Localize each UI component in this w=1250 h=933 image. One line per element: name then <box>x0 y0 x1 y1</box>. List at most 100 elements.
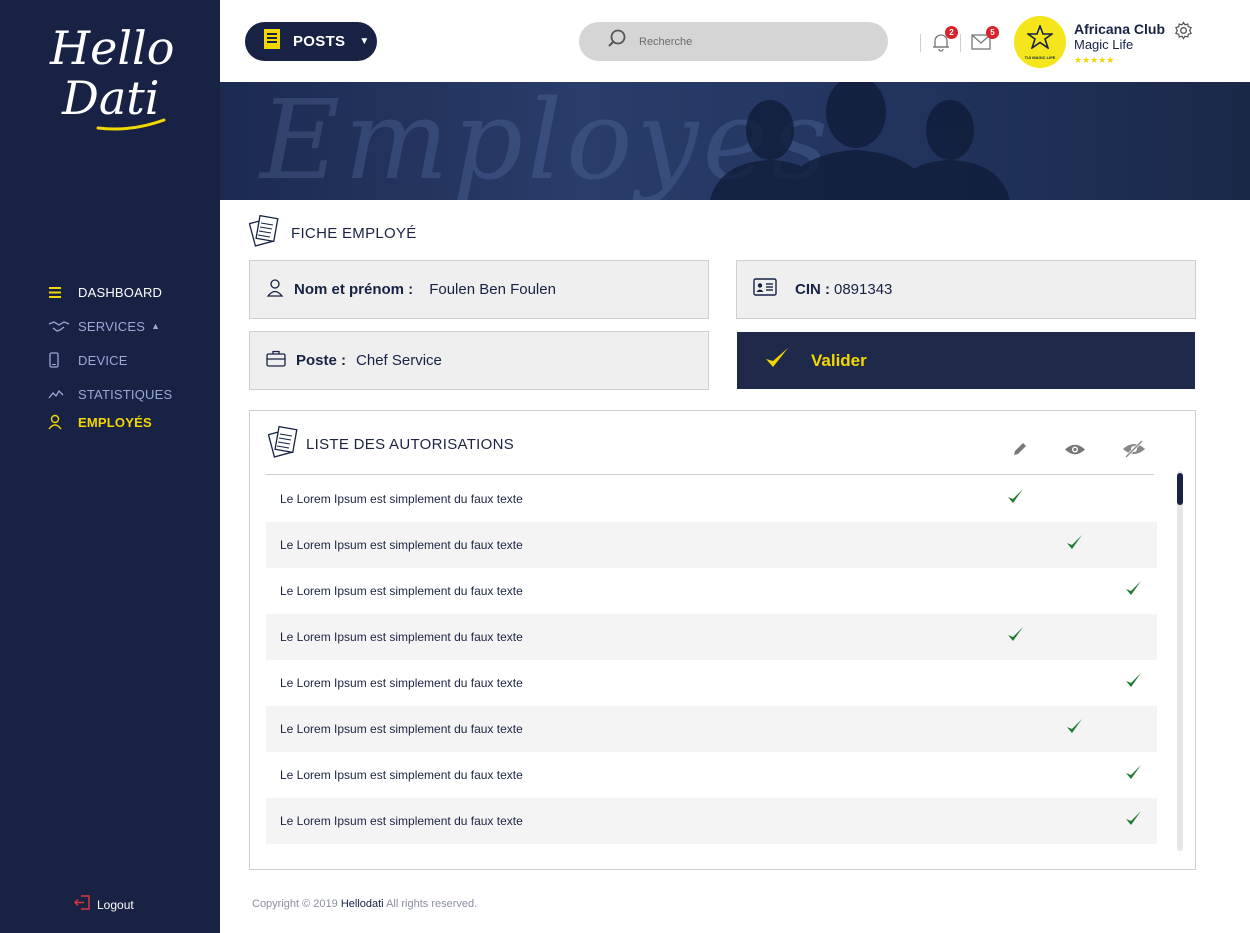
fiche-employe-title: FICHE EMPLOYÉ <box>248 214 417 253</box>
table-row: Le Lorem Ipsum est simplement du faux te… <box>266 798 1157 844</box>
id-card-icon <box>753 278 777 301</box>
fiche-title-label: FICHE EMPLOYÉ <box>291 225 417 242</box>
search-input[interactable] <box>639 35 859 48</box>
row-text: Le Lorem Ipsum est simplement du faux te… <box>280 538 523 552</box>
checkmark-icon[interactable] <box>1125 580 1142 601</box>
messages-button[interactable]: 5 <box>971 26 999 55</box>
star-logo-icon <box>1025 23 1055 54</box>
sidebar-nav: DASHBOARD SERVICES ▲ DEVICE STATISTIQUES <box>48 280 172 444</box>
cin-label: CIN : <box>795 281 830 298</box>
page-footer: Copyright © 2019 Hellodati All rights re… <box>252 898 477 910</box>
posts-dropdown-button[interactable]: POSTS ▼ <box>245 22 377 61</box>
briefcase-icon <box>266 350 286 372</box>
logout-label: Logout <box>97 898 134 912</box>
sidebar-item-label: STATISTIQUES <box>78 386 173 402</box>
caret-down-icon: ▼ <box>359 36 370 47</box>
row-text: Le Lorem Ipsum est simplement du faux te… <box>280 492 523 506</box>
notifications-badge: 2 <box>945 26 958 39</box>
mail-icon <box>971 34 991 54</box>
document-stack-icon <box>267 425 300 464</box>
checkmark-icon[interactable] <box>1007 626 1024 647</box>
club-avatar[interactable]: TUI MAGIC LIFE <box>1014 16 1066 68</box>
posts-label: POSTS <box>293 33 346 50</box>
name-value: Foulen Ben Foulen <box>429 281 556 298</box>
sidebar-item-dashboard[interactable]: DASHBOARD <box>48 280 172 304</box>
row-text: Le Lorem Ipsum est simplement du faux te… <box>280 630 523 644</box>
poste-label: Poste : <box>296 352 347 369</box>
table-row: Le Lorem Ipsum est simplement du faux te… <box>266 476 1157 522</box>
chevron-up-icon: ▲ <box>151 321 161 331</box>
search-bar[interactable] <box>579 22 888 61</box>
sidebar-item-label: SERVICES <box>78 318 146 334</box>
autorisations-title: LISTE DES AUTORISATIONS <box>267 425 515 464</box>
handshake-icon <box>48 317 70 335</box>
autorisations-list: Le Lorem Ipsum est simplement du faux te… <box>266 476 1157 844</box>
top-header: POSTS ▼ 2 5 TUI MAGIC LIFE Africana Club… <box>220 0 1250 82</box>
search-icon <box>607 29 627 54</box>
autorisations-panel: LISTE DES AUTORISATIONS Le Lorem Ipsum e… <box>249 410 1196 870</box>
bell-icon <box>932 34 950 56</box>
logo-line-2: Dati <box>62 71 160 125</box>
valider-button[interactable]: Valider <box>737 332 1195 389</box>
table-row: Le Lorem Ipsum est simplement du faux te… <box>266 752 1157 798</box>
table-row: Le Lorem Ipsum est simplement du faux te… <box>266 706 1157 752</box>
employes-banner: Employes <box>220 82 1250 200</box>
autorisations-title-label: LISTE DES AUTORISATIONS <box>306 436 515 453</box>
row-text: Le Lorem Ipsum est simplement du faux te… <box>280 722 523 736</box>
check-icon <box>765 347 789 374</box>
footer-rights: All rights reserved. <box>386 898 478 910</box>
list-scrollbar[interactable] <box>1177 471 1183 851</box>
sidebar-item-statistiques[interactable]: STATISTIQUES <box>48 382 172 406</box>
valider-label: Valider <box>811 350 867 370</box>
footer-brand-link[interactable]: Hellodati <box>341 898 384 910</box>
table-row: Le Lorem Ipsum est simplement du faux te… <box>266 522 1157 568</box>
club-rating-stars: ★★★★★ <box>1074 55 1115 65</box>
row-text: Le Lorem Ipsum est simplement du faux te… <box>280 814 523 828</box>
checkmark-icon[interactable] <box>1125 672 1142 693</box>
eye-off-icon[interactable] <box>1122 439 1146 464</box>
scrollbar-thumb[interactable] <box>1177 473 1183 505</box>
list-header-divider <box>266 474 1154 475</box>
row-text: Le Lorem Ipsum est simplement du faux te… <box>280 584 523 598</box>
sidebar-item-device[interactable]: DEVICE <box>48 348 172 372</box>
logo-swoosh-icon <box>96 118 166 131</box>
cin-field: CIN : 0891343 <box>736 260 1196 319</box>
table-row: Le Lorem Ipsum est simplement du faux te… <box>266 614 1157 660</box>
avatar-text: TUI MAGIC LIFE <box>1024 54 1056 60</box>
messages-badge: 5 <box>986 26 999 39</box>
footer-copyright: Copyright © 2019 <box>252 898 338 910</box>
sidebar-item-label: EMPLOYÉS <box>78 414 152 430</box>
name-field: Nom et prénom : Foulen Ben Foulen <box>249 260 709 319</box>
poste-field: Poste : Chef Service <box>249 331 709 390</box>
user-icon <box>266 278 284 302</box>
table-row: Le Lorem Ipsum est simplement du faux te… <box>266 568 1157 614</box>
club-name: Africana Club <box>1074 21 1166 37</box>
club-subtitle: Magic Life <box>1074 37 1134 52</box>
employee-user-icon <box>48 413 70 431</box>
checkmark-icon[interactable] <box>1125 810 1142 831</box>
edit-icon[interactable] <box>1012 441 1028 462</box>
logout-button[interactable]: Logout <box>74 895 134 915</box>
sidebar-item-services[interactable]: SERVICES ▲ <box>48 314 172 338</box>
table-row: Le Lorem Ipsum est simplement du faux te… <box>266 660 1157 706</box>
hellodati-logo[interactable]: Hello Dati <box>44 24 174 136</box>
logo-line-1: Hello <box>50 21 175 75</box>
sidebar-item-label: DEVICE <box>78 352 128 368</box>
logout-icon <box>74 895 91 915</box>
stats-line-icon <box>48 385 70 403</box>
gear-icon[interactable] <box>1174 21 1193 45</box>
row-text: Le Lorem Ipsum est simplement du faux te… <box>280 768 523 782</box>
document-stack-icon <box>248 214 281 253</box>
notifications-button[interactable]: 2 <box>932 26 958 57</box>
sidebar: Hello Dati DASHBOARD SERVICES ▲ DEVICE S… <box>0 0 220 933</box>
checkmark-icon[interactable] <box>1007 488 1024 509</box>
checkmark-icon[interactable] <box>1066 718 1083 739</box>
eye-icon[interactable] <box>1064 443 1086 461</box>
cin-value: 0891343 <box>834 281 893 298</box>
checkmark-icon[interactable] <box>1125 764 1142 785</box>
row-text: Le Lorem Ipsum est simplement du faux te… <box>280 676 523 690</box>
sidebar-item-employes[interactable]: EMPLOYÉS <box>48 410 172 434</box>
header-divider <box>960 34 961 52</box>
checkmark-icon[interactable] <box>1066 534 1083 555</box>
phone-device-icon <box>48 351 70 369</box>
